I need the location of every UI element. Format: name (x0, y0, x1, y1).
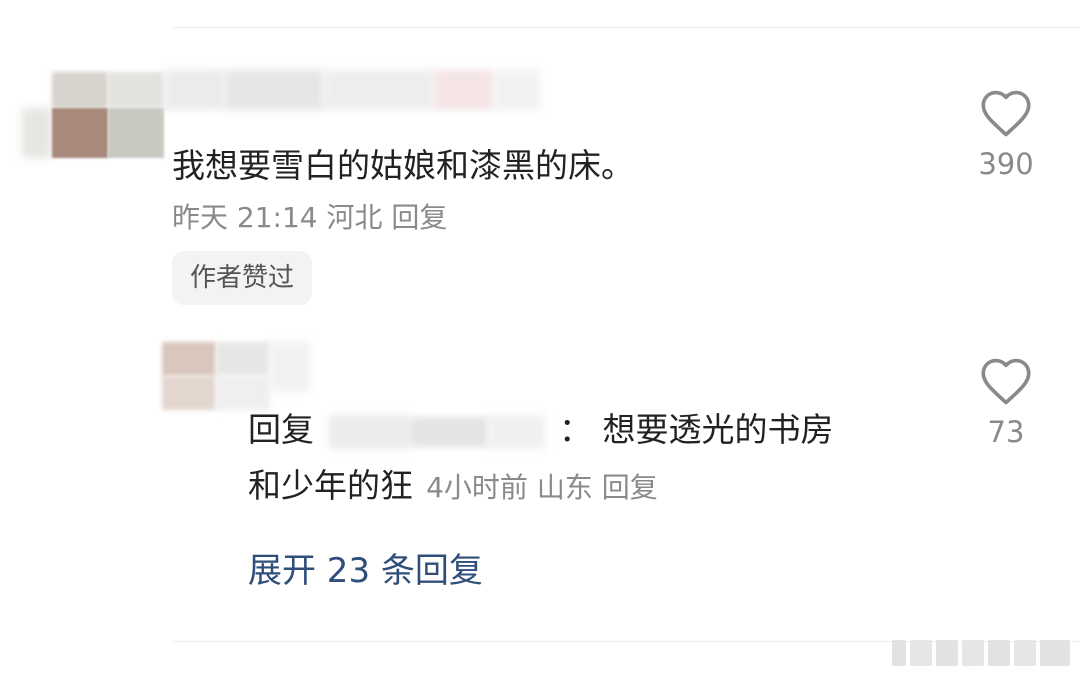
reply-colon: ： (559, 410, 592, 449)
heart-outline-icon (981, 358, 1031, 405)
reply-mention-redacted[interactable] (325, 414, 549, 449)
comment-thread: 我想要雪白的姑娘和漆黑的床。 昨天 21:14 河北 回复 作者赞过 390 回… (0, 0, 1080, 676)
heart-outline-icon (981, 90, 1031, 137)
reply-prefix: 回复 (248, 410, 314, 449)
divider-top (172, 27, 1080, 28)
watermark-logo (892, 640, 1070, 666)
reply-reply-button[interactable]: 回复 (602, 471, 658, 504)
comment-time: 昨天 21:14 (172, 201, 318, 234)
reply-like-button[interactable]: 73 (976, 356, 1036, 450)
reply-meta: 4小时前 山东 回复 (426, 471, 658, 504)
reply-text-line1: 回复 ： 想要透光的书房 (248, 410, 834, 450)
reply-text-b: 和少年的狂 (248, 466, 413, 505)
reply-like-count: 73 (987, 415, 1025, 449)
comment-reply-button[interactable]: 回复 (391, 201, 447, 234)
author-liked-badge: 作者赞过 (172, 251, 313, 305)
reply-line2: 和少年的狂 4小时前 山东 回复 (248, 466, 658, 506)
comment-like-button[interactable]: 390 (976, 88, 1036, 182)
expand-replies-link[interactable]: 展开 23 条回复 (248, 550, 483, 592)
reply-time: 4小时前 (426, 471, 528, 504)
comment-meta: 昨天 21:14 河北 回复 (172, 200, 447, 236)
comment-text: 我想要雪白的姑娘和漆黑的床。 (172, 146, 634, 185)
comment-like-count: 390 (978, 147, 1034, 181)
comment-location: 河北 (326, 201, 383, 234)
reply-text-a: 想要透光的书房 (602, 410, 834, 449)
reply-location: 山东 (536, 471, 593, 504)
